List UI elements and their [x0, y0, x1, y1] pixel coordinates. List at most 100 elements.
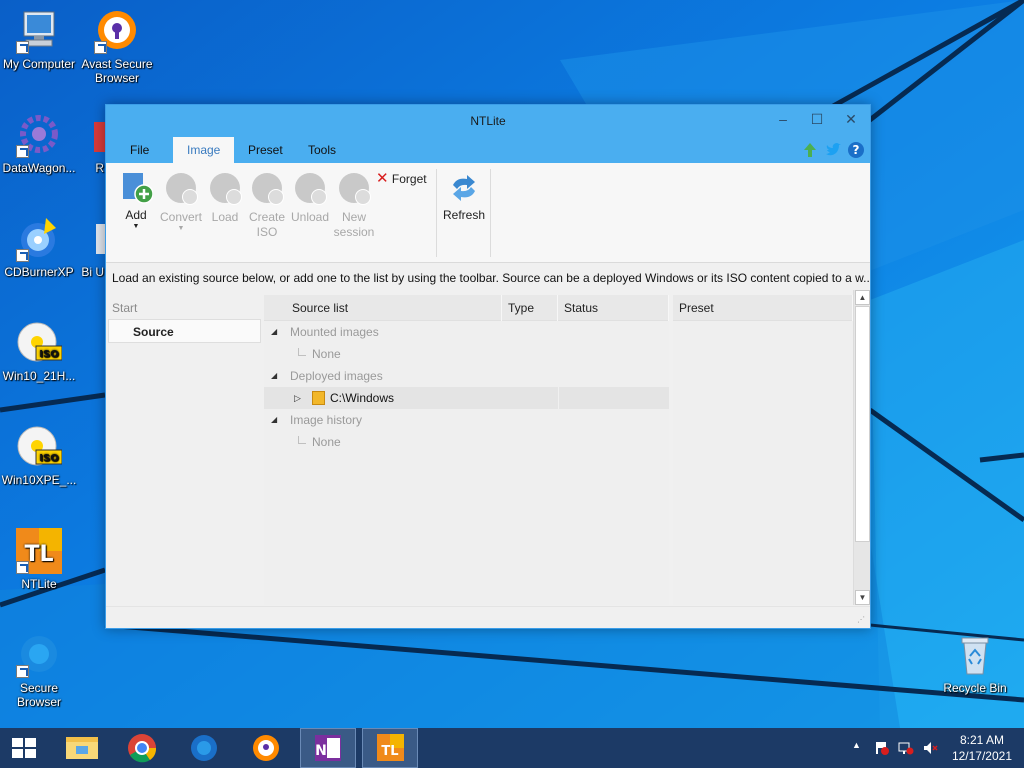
action-center-flag-icon[interactable] [874, 740, 890, 759]
desktop-icon-label: Win10_21H... [2, 369, 76, 383]
system-clock[interactable]: 8:21 AM 12/17/2021 [952, 732, 1012, 764]
desktop-icon-my-computer[interactable]: My Computer [0, 8, 78, 71]
new-session-button[interactable]: New session [332, 171, 376, 240]
desktop-icon-label: Bi U [81, 265, 104, 279]
collapse-arrow-icon[interactable]: ◢ [271, 409, 277, 431]
taskbar: N TL ▲ 8:21 AM 12/17/2021 [0, 728, 1024, 768]
tree-item-none: None [264, 431, 669, 453]
taskbar-ntlite[interactable]: TL [362, 728, 418, 768]
avast-browser-icon [253, 735, 279, 761]
column-type[interactable]: Type [502, 295, 558, 321]
shortcut-arrow-icon [16, 561, 29, 574]
tree-connector [298, 348, 306, 356]
add-icon [119, 171, 154, 205]
desktop-icon-win10-iso[interactable]: ISO Win10_21H... [0, 320, 78, 383]
partial-icon [78, 216, 106, 262]
clock-time: 8:21 AM [959, 733, 1004, 747]
shortcut-arrow-icon [16, 41, 29, 54]
network-icon[interactable] [898, 740, 914, 759]
update-arrow-icon[interactable] [801, 141, 819, 159]
start-button[interactable] [0, 728, 48, 768]
avast-browser-icon [94, 8, 140, 54]
tree-group-history[interactable]: ◢ Image history [264, 409, 669, 431]
tree-group-mounted[interactable]: ◢ Mounted images [264, 321, 669, 343]
tree-item-windows[interactable]: ▷ C:\Windows [264, 387, 669, 409]
refresh-label: Refresh [442, 208, 486, 222]
tab-file[interactable]: File [116, 137, 163, 163]
desktop-icon-win10xpe-iso[interactable]: ISO Win10XPE_... [0, 424, 78, 487]
datawagon-icon [16, 112, 62, 158]
show-hidden-icons-button[interactable]: ▲ [852, 740, 861, 750]
add-button[interactable]: Add ▼ [116, 171, 156, 231]
preset-header: Preset [673, 295, 853, 321]
desktop-icon-label: My Computer [2, 57, 76, 71]
svg-text:ISO: ISO [39, 349, 58, 360]
desktop-icon-recycle-bin[interactable]: Recycle Bin [936, 632, 1014, 695]
desktop-icon-ntlite[interactable]: TL NTLite [0, 528, 78, 591]
maximize-button[interactable]: ☐ [800, 105, 834, 133]
tree-group-label: Mounted images [290, 325, 379, 339]
close-button[interactable]: ✕ [834, 105, 868, 133]
column-preset[interactable]: Preset [673, 295, 853, 321]
create-iso-label-line2: ISO [256, 225, 278, 239]
x-icon: ✕ [376, 170, 389, 187]
taskbar-avast-browser[interactable] [238, 728, 294, 768]
scroll-up-button[interactable]: ▲ [855, 290, 870, 305]
iso-icon: ISO [16, 320, 63, 366]
create-iso-button[interactable]: Create ISO [246, 171, 288, 240]
convert-button[interactable]: Convert ▼ [158, 171, 204, 233]
tree-group-deployed[interactable]: ◢ Deployed images [264, 365, 669, 387]
tab-tools[interactable]: Tools [294, 137, 350, 163]
desktop-icon-secure-browser[interactable]: Secure Browser [0, 632, 78, 709]
desktop-icon-datawagon[interactable]: DataWagon... [0, 112, 78, 175]
forget-button[interactable]: ✕ Forget [376, 171, 434, 187]
clock-date: 12/17/2021 [951, 749, 1012, 763]
taskbar-file-explorer[interactable] [54, 728, 110, 768]
shortcut-arrow-icon [16, 665, 29, 678]
tab-image[interactable]: Image [173, 137, 235, 163]
new-session-label-line1: New [341, 210, 366, 224]
scroll-down-button[interactable]: ▼ [855, 590, 870, 605]
load-icon [208, 173, 242, 207]
status-bar: ⋰ [106, 606, 870, 628]
nav-source[interactable]: Source [108, 319, 261, 343]
collapse-arrow-icon[interactable]: ◢ [271, 321, 277, 343]
desktop-icon-cdburnerxp[interactable]: CDBurnerXP [0, 216, 78, 279]
vertical-scrollbar[interactable]: ▲ ▼ [853, 290, 870, 605]
nav-start[interactable]: Start [106, 295, 263, 319]
dropdown-arrow-icon: ▼ [132, 223, 140, 230]
column-status[interactable]: Status [558, 295, 669, 321]
desktop-icon-avast-browser[interactable]: Avast Secure Browser [78, 8, 156, 85]
taskbar-secure-browser[interactable] [176, 728, 232, 768]
minimize-button[interactable]: – [766, 105, 800, 133]
desktop-icon-label: Secure Browser [16, 681, 61, 709]
refresh-button[interactable]: Refresh [441, 171, 487, 223]
load-button[interactable]: Load [206, 171, 244, 225]
desktop-icon-label: Recycle Bin [943, 681, 1007, 695]
dropdown-arrow-icon: ▼ [177, 225, 185, 232]
tree-item-none: None [264, 343, 669, 365]
help-icon[interactable]: ? [847, 141, 865, 159]
resize-grip-icon[interactable]: ⋰ [857, 615, 867, 625]
svg-text:?: ? [853, 143, 860, 157]
forget-label: Forget [391, 172, 427, 186]
taskbar-onenote[interactable]: N [300, 728, 356, 768]
desktop-icon-partial-r[interactable]: R [78, 112, 106, 175]
column-source-list[interactable]: Source list [286, 295, 502, 321]
unload-button[interactable]: Unload [288, 171, 332, 225]
collapse-arrow-icon[interactable]: ◢ [271, 365, 277, 387]
source-list-header: Source list Type Status [264, 295, 669, 321]
computer-icon [16, 8, 62, 54]
volume-muted-icon[interactable] [922, 740, 938, 759]
ntlite-icon: TL [377, 734, 404, 761]
partial-icon [78, 112, 106, 158]
taskbar-chrome[interactable] [114, 728, 170, 768]
tab-preset[interactable]: Preset [234, 137, 297, 163]
expand-arrow-icon[interactable]: ▷ [294, 387, 301, 409]
window-titlebar[interactable]: NTLite – ☐ ✕ [106, 105, 870, 137]
desktop-icon-partial-bi[interactable]: Bi U [78, 216, 106, 279]
scroll-thumb[interactable] [855, 306, 870, 542]
twitter-icon[interactable] [824, 141, 842, 159]
create-iso-icon [250, 173, 284, 207]
windows-logo-icon [12, 738, 36, 758]
